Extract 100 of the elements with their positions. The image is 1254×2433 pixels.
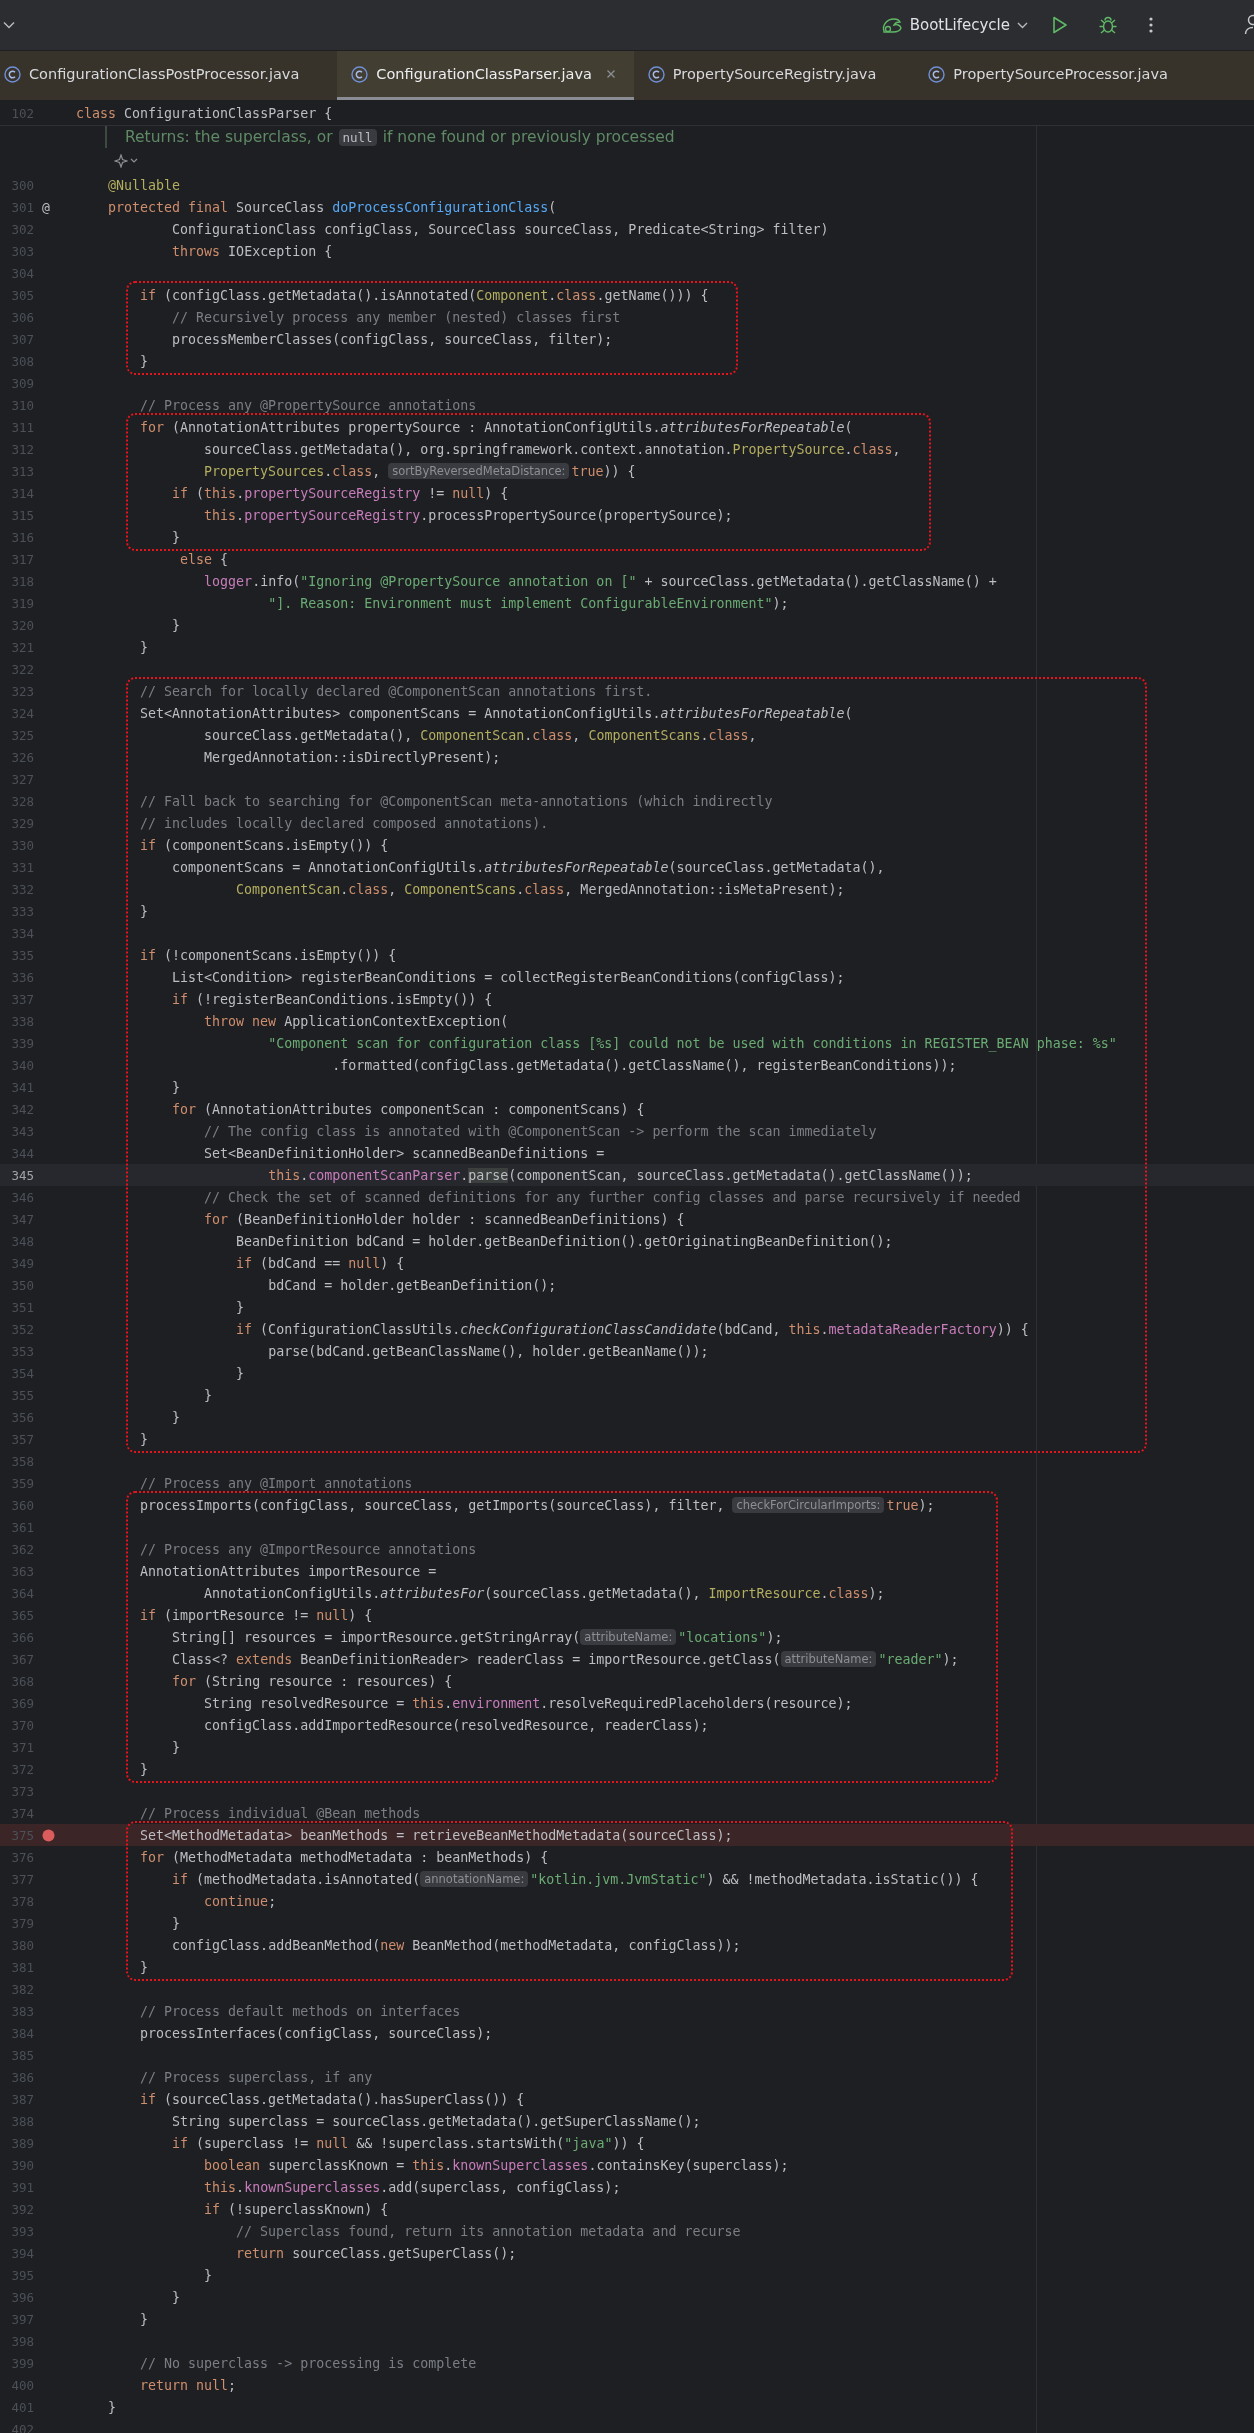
code-line[interactable]: processMemberClasses(configClass, sourceClass, filter);: [172, 331, 613, 347]
code-line[interactable]: // Search for locally declared @ComponentScan annotations first.: [140, 683, 653, 699]
code-line[interactable]: throw new ApplicationContextException(: [204, 1013, 509, 1029]
code-line[interactable]: for (AnnotationAttributes componentScan : componentScans) {: [172, 1101, 645, 1117]
code-line[interactable]: this.knownSuperclasses.add(superclass, configClass);: [204, 2179, 621, 2195]
code-line[interactable]: }: [172, 1409, 181, 1425]
code-line[interactable]: // Process individual @Bean methods: [140, 1805, 421, 1821]
close-icon[interactable]: [605, 69, 616, 79]
editor-tab[interactable]: PropertySourceProcessor.java: [914, 51, 1206, 100]
code-line[interactable]: // Check the set of scanned definitions for any further config classes and parse recursively if needed: [204, 1189, 1021, 1205]
code-line[interactable]: }: [172, 529, 181, 545]
code-line[interactable]: if (this.propertySourceRegistry != null) {: [172, 485, 509, 501]
code-line[interactable]: parse(bdCand.getBeanClassName(), holder.getBeanName());: [268, 1343, 709, 1359]
code-line[interactable]: if (!registerBeanConditions.isEmpty()) {: [172, 991, 493, 1007]
code-text[interactable]: "locations");: [678, 1629, 783, 1645]
code-line[interactable]: return sourceClass.getSuperClass();: [236, 2245, 517, 2261]
code-line[interactable]: }: [140, 903, 149, 919]
code-line[interactable]: if (sourceClass.getMetadata().hasSuperClass()) {: [140, 2091, 525, 2107]
chevron-down-icon[interactable]: [130, 158, 138, 164]
code-text[interactable]: processImports(configClass, sourceClass, getImports(sourceClass), filter,: [140, 1497, 733, 1513]
code-line[interactable]: }: [140, 2311, 149, 2327]
run-icon[interactable]: [1052, 16, 1068, 34]
code-line[interactable]: "]. Reason: Environment must implement ConfigurableEnvironment");: [268, 595, 789, 611]
code-line[interactable]: if (superclass != null && !superclass.startsWith("java")) {: [172, 2135, 645, 2151]
code-line[interactable]: }: [140, 639, 149, 655]
code-line[interactable]: }: [172, 1915, 181, 1931]
code-line[interactable]: continue;: [204, 1893, 277, 1909]
code-text[interactable]: if (methodMetadata.isAnnotated(: [172, 1871, 421, 1887]
code-line[interactable]: if (importResource != null) {: [140, 1607, 373, 1623]
code-line[interactable]: AnnotationConfigUtils.attributesFor(sourceClass.getMetadata(), ImportResource.class);: [204, 1585, 885, 1601]
bug-icon[interactable]: [1098, 15, 1118, 35]
code-text[interactable]: true);: [886, 1497, 935, 1513]
code-line[interactable]: boolean superclassKnown = this.knownSuperclasses.containsKey(superclass);: [204, 2157, 789, 2173]
chevron-down-icon[interactable]: [3, 21, 15, 29]
code-line[interactable]: // Process any @ImportResource annotations: [140, 1541, 477, 1557]
gutter-marker[interactable]: @: [42, 199, 50, 215]
code-line[interactable]: }: [140, 353, 149, 369]
code-line[interactable]: // Recursively process any member (nested) classes first: [172, 309, 621, 325]
breakpoint-icon[interactable]: [42, 1828, 55, 1842]
code-line[interactable]: // Fall back to searching for @ComponentScan meta-annotations (which indirectly: [140, 793, 773, 809]
code-line[interactable]: }: [236, 1365, 245, 1381]
code-line[interactable]: }: [172, 1739, 181, 1755]
code-line[interactable]: // Process any @PropertySource annotations: [140, 397, 477, 413]
code-line[interactable]: Set<MethodMetadata> beanMethods = retrieveBeanMethodMetadata(sourceClass);: [140, 1827, 733, 1843]
code-line[interactable]: List<Condition> registerBeanConditions = collectRegisterBeanConditions(configClass);: [172, 969, 845, 985]
code-line[interactable]: ComponentScan.class, ComponentScans.class, MergedAnnotation::isMetaPresent);: [236, 881, 845, 897]
code-line[interactable]: for (BeanDefinitionHolder holder : scannedBeanDefinitions) {: [204, 1211, 685, 1227]
code-line[interactable]: }: [140, 1761, 149, 1777]
sparkle-icon[interactable]: [114, 154, 128, 168]
code-line[interactable]: .formatted(configClass.getMetadata().getClassName(), registerBeanConditions));: [332, 1057, 957, 1073]
code-line[interactable]: // Process default methods on interfaces: [140, 2003, 461, 2019]
code-line[interactable]: if (configClass.getMetadata().isAnnotated(Component.class.getName())) {: [140, 287, 709, 303]
run-configuration-dropdown[interactable]: BootLifecycle: [874, 12, 1034, 38]
code-line[interactable]: }: [204, 1387, 213, 1403]
code-line[interactable]: this.propertySourceRegistry.processPropertySource(propertySource);: [204, 507, 733, 523]
code-line[interactable]: }: [172, 2289, 181, 2305]
code-line[interactable]: // The config class is annotated with @ComponentScan -> perform the scan immediately: [204, 1123, 877, 1139]
code-line[interactable]: }: [108, 2399, 117, 2415]
code-line[interactable]: protected final SourceClass doProcessConfigurationClass(: [108, 199, 557, 215]
code-line[interactable]: }: [204, 2267, 213, 2283]
code-line[interactable]: class ConfigurationClassParser {: [76, 105, 333, 121]
code-line[interactable]: // Process superclass, if any: [140, 2069, 373, 2085]
more-icon[interactable]: [1148, 16, 1154, 34]
code-line[interactable]: // No superclass -> processing is complete: [140, 2355, 477, 2371]
code-line[interactable]: sourceClass.getMetadata(), org.springframework.context.annotation.PropertySource.class,: [204, 441, 901, 457]
code-line[interactable]: Set<AnnotationAttributes> componentScans = AnnotationConfigUtils.attributesForRepeatable(: [140, 705, 853, 721]
code-line[interactable]: AnnotationAttributes importResource =: [140, 1563, 437, 1579]
code-line[interactable]: MergedAnnotation::isDirectlyPresent);: [204, 749, 501, 765]
code-line[interactable]: String resolvedResource = this.environment.resolveRequiredPlaceholders(resource);: [204, 1695, 853, 1711]
editor-tab[interactable]: ConfigurationClassPostProcessor.java: [0, 51, 338, 100]
code-line[interactable]: sourceClass.getMetadata(), ComponentScan.class, ComponentScans.class,: [204, 727, 757, 743]
code-text[interactable]: true)) {: [571, 463, 636, 479]
code-line[interactable]: // Process any @Import annotations: [140, 1475, 413, 1491]
code-line[interactable]: }: [140, 1431, 149, 1447]
code-line[interactable]: return null;: [140, 2377, 237, 2393]
code-line[interactable]: // Superclass found, return its annotation metadata and recurse: [236, 2223, 741, 2239]
code-line[interactable]: if (ConfigurationClassUtils.checkConfigurationClassCandidate(bdCand, this.metadataReaderFactory)) {: [236, 1321, 1029, 1337]
code-line[interactable]: for (String resource : resources) {: [172, 1673, 453, 1689]
editor-tab[interactable]: ConfigurationClassParser.java: [337, 51, 634, 100]
code-line[interactable]: }: [236, 1299, 245, 1315]
code-line[interactable]: "Component scan for configuration class [%s] could not be used with conditions in REGISTER_BEAN phase: %s": [268, 1035, 1117, 1051]
code-line[interactable]: BeanDefinition bdCand = holder.getBeanDefinition().getOriginatingBeanDefinition();: [236, 1233, 893, 1249]
code-line[interactable]: for (MethodMetadata methodMetadata : beanMethods) {: [140, 1849, 549, 1865]
code-text[interactable]: "reader");: [878, 1651, 959, 1667]
code-line[interactable]: ConfigurationClass configClass, SourceClass sourceClass, Predicate<String> filter): [172, 221, 829, 237]
code-line[interactable]: // includes locally declared composed annotations).: [140, 815, 549, 831]
code-text[interactable]: PropertySources.class,: [204, 463, 389, 479]
code-line[interactable]: }: [172, 617, 181, 633]
editor-tab[interactable]: PropertySourceRegistry.java: [633, 51, 915, 100]
code-line[interactable]: }: [172, 1079, 181, 1095]
code-line[interactable]: if (!componentScans.isEmpty()) {: [140, 947, 397, 963]
code-text[interactable]: "kotlin.jvm.JvmStatic") && !methodMetadata.isStatic()) {: [530, 1871, 979, 1887]
code-line[interactable]: Set<BeanDefinitionHolder> scannedBeanDefinitions =: [204, 1145, 605, 1161]
code-line[interactable]: this.componentScanParser.parse(componentScan, sourceClass.getMetadata().getClassName());: [268, 1167, 973, 1183]
code-line[interactable]: else {: [180, 551, 229, 567]
code-line[interactable]: if (!superclassKnown) {: [204, 2201, 389, 2217]
code-line[interactable]: }: [140, 1959, 149, 1975]
code-line[interactable]: String superclass = sourceClass.getMetadata().getSuperClassName();: [172, 2113, 701, 2129]
code-text[interactable]: String[] resources = importResource.getStringArray(: [172, 1629, 581, 1645]
code-line[interactable]: bdCand = holder.getBeanDefinition();: [268, 1277, 557, 1293]
